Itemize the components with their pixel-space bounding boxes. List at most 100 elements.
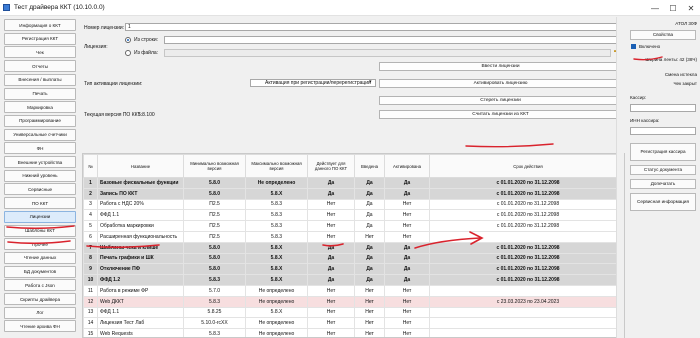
cashier-input[interactable] [630, 104, 696, 112]
inn-input[interactable] [630, 127, 696, 135]
sidebar-item[interactable]: Программирование [4, 114, 76, 127]
table-row[interactable]: 8 Печать графики и ШК 5.8.0 5.8.X Да Да Да с 01… [83, 252, 624, 265]
col-min-cell: П2.5 [183, 230, 246, 243]
from-file-radio[interactable] [125, 50, 131, 56]
sidebar-item[interactable]: Печать [4, 87, 76, 100]
col-period-header[interactable]: Срок действия [429, 154, 624, 178]
read-licenses-button[interactable]: Считать лицензии из ККТ [379, 110, 622, 119]
document-status-button[interactable]: Статус документа [630, 165, 696, 175]
table-row[interactable]: 12 Web ДККТ 5.8.3 Не определено Нет Нет Нет с 2… [83, 295, 624, 308]
col-activated-header[interactable]: Активирована [384, 154, 430, 178]
col-period-cell: с 23.03.2023 по 23.04.2023 [429, 295, 624, 308]
sidebar-item[interactable]: Информация о ККТ [4, 19, 76, 31]
register-cashier-button[interactable]: Регистрация кассира [630, 143, 696, 161]
table-row[interactable]: 5 Обработка маркировки П2.5 5.8.3 Нет Да Нет с … [83, 220, 624, 232]
sidebar-item[interactable]: Нижний уровень [4, 169, 76, 182]
col-number-cell: 11 [83, 284, 98, 297]
col-number-cell: 12 [83, 295, 98, 308]
table-header-row: № Название Минимально возможная версия М… [83, 154, 624, 178]
sidebar-item[interactable]: Отчеты [4, 60, 76, 73]
sidebar-item[interactable]: Лог [4, 306, 76, 319]
sidebar-item[interactable]: Сервисные [4, 183, 76, 196]
sidebar-item[interactable]: Работа с Json [4, 279, 76, 292]
table-row[interactable]: 4 ФФД 1.1 П2.5 5.8.3 Нет Да Нет с 01.01.2020 по… [83, 209, 624, 222]
sidebar-item[interactable]: Шаблоны ККТ [4, 224, 76, 237]
table-row[interactable]: 7 Шаблоны чека и клише 5.8.0 5.8.X Да Да Да с 0… [83, 241, 624, 254]
table-row[interactable]: 1 Базовые фискальные функции 5.8.0 Не опред… [83, 177, 624, 189]
enter-licenses-button[interactable]: Ввести лицензии [379, 62, 622, 71]
col-period-cell: с 01.01.2020 по 31.12.2098 [429, 220, 624, 232]
col-activated-cell: Да [384, 187, 430, 200]
table-row[interactable]: 15 Web Requests 5.8.3 Не определено Нет Нет Не… [83, 328, 624, 337]
scrollbar[interactable] [616, 17, 624, 338]
col-min-cell: 5.8.3 [183, 295, 246, 308]
col-entered-header[interactable]: Введена [354, 154, 385, 178]
sidebar-item[interactable]: Скрипты драйвера [4, 293, 76, 305]
col-entered-cell: Нет [354, 230, 385, 243]
sidebar-item[interactable]: Внесения / выплаты [4, 73, 76, 86]
col-activated-cell: Нет [384, 209, 430, 222]
erase-licenses-button[interactable]: Стереть лицензии [379, 96, 622, 105]
col-activated-cell: Нет [384, 317, 430, 330]
col-max-cell: Не определено [245, 317, 308, 330]
table-row[interactable]: 11 Работа в режиме ФР 5.7.0 Не определено Не… [83, 284, 624, 297]
col-name-cell: Работа с НДС 20% [97, 198, 184, 211]
enabled-label: Включено [639, 44, 661, 49]
sidebar-item[interactable]: ФН [4, 142, 76, 155]
minimize-icon[interactable]: — [646, 0, 664, 16]
sidebar-item[interactable]: Прочее [4, 238, 76, 251]
table-row[interactable]: 3 Работа с НДС 20% П2.5 5.8.3 Нет Да Нет с 01.0… [83, 198, 624, 211]
col-activated-cell: Нет [384, 328, 430, 337]
sidebar-item[interactable]: ПО ККТ [4, 197, 76, 210]
table-row[interactable]: 2 Запись ПО ККТ 5.8.0 5.8.X Да Да Да с 01.01.20… [83, 187, 624, 200]
reprint-button[interactable]: Допечатать [630, 179, 696, 189]
sidebar-item[interactable]: Чтение архива ФН [4, 320, 76, 333]
table-row[interactable]: 9 Отключение ПФ 5.8.0 5.8.X Да Да Да с 01.01.20… [83, 263, 624, 276]
sidebar-item[interactable]: Маркировка [4, 101, 76, 114]
col-number-header[interactable]: № [83, 154, 98, 178]
col-valid-header[interactable]: Действует для данного ПО ККТ [307, 154, 355, 178]
col-entered-cell: Нет [354, 306, 385, 319]
activation-type-select[interactable]: Активация при регистрации/перерегистраци… [250, 79, 376, 87]
sidebar-item[interactable]: Чтение данных [4, 251, 76, 264]
table-row[interactable]: 10 ФФД 1.2 5.8.3 5.8.X Да Да Да с 01.01.2020 по… [83, 274, 624, 286]
col-max-cell: 5.8.3 [245, 209, 308, 222]
col-entered-cell: Да [354, 274, 385, 286]
col-period-cell: с 01.01.2020 по 31.12.2098 [429, 241, 624, 254]
license-string-input[interactable] [164, 36, 622, 44]
sidebar-item[interactable]: Универсальные счетчики [4, 128, 76, 141]
col-activated-cell: Нет [384, 284, 430, 297]
col-activated-cell: Да [384, 177, 430, 189]
maximize-icon[interactable]: ☐ [664, 0, 682, 16]
col-period-cell: с 01.01.2020 по 31.12.2098 [429, 263, 624, 276]
table-row[interactable]: 6 Расширенная функциональность П2.5 5.8.3 Не… [83, 230, 624, 243]
col-number-cell: 15 [83, 328, 98, 337]
table-row[interactable]: 14 Лицензия Тест Лаб 5.10.0-rcXX Не определ… [83, 317, 624, 330]
sidebar-item[interactable]: БД документов [4, 265, 76, 278]
activate-license-button[interactable]: Активировать лицензию [379, 79, 622, 88]
license-file-input[interactable] [164, 49, 611, 57]
sidebar-item[interactable]: Чек [4, 46, 76, 59]
col-name-header[interactable]: Название [97, 154, 184, 178]
col-min-version-header[interactable]: Минимально возможная версия [183, 154, 246, 178]
col-max-cell: 5.8.X [245, 274, 308, 286]
enabled-checkbox[interactable] [631, 44, 636, 49]
from-string-radio[interactable] [125, 37, 131, 43]
col-name-cell: ФФД 1.2 [97, 274, 184, 286]
sidebar-item[interactable]: Внешние устройства [4, 156, 76, 168]
properties-button[interactable]: Свойства [630, 30, 696, 40]
table-row[interactable]: 13 ФФД 1.1 5.8.25 5.8.X Нет Нет Нет [83, 306, 624, 319]
sidebar-item[interactable]: Лицензии [4, 210, 76, 223]
col-name-cell: Работа в режиме ФР [97, 284, 184, 297]
chevron-down-icon[interactable]: ▾ [369, 79, 372, 85]
col-min-cell: П2.5 [183, 220, 246, 232]
close-icon[interactable]: ✕ [682, 0, 700, 16]
sidebar-item[interactable]: Регистрация ККТ [4, 32, 76, 45]
col-entered-cell: Да [354, 241, 385, 254]
col-max-version-header[interactable]: Максимально возможная версия [245, 154, 308, 178]
col-activated-cell: Нет [384, 220, 430, 232]
col-valid-cell: Нет [307, 209, 355, 222]
col-min-cell: 5.8.0 [183, 177, 246, 189]
service-info-button[interactable]: Сервисная информация [630, 193, 696, 211]
license-number-input[interactable]: 1 [125, 23, 622, 31]
